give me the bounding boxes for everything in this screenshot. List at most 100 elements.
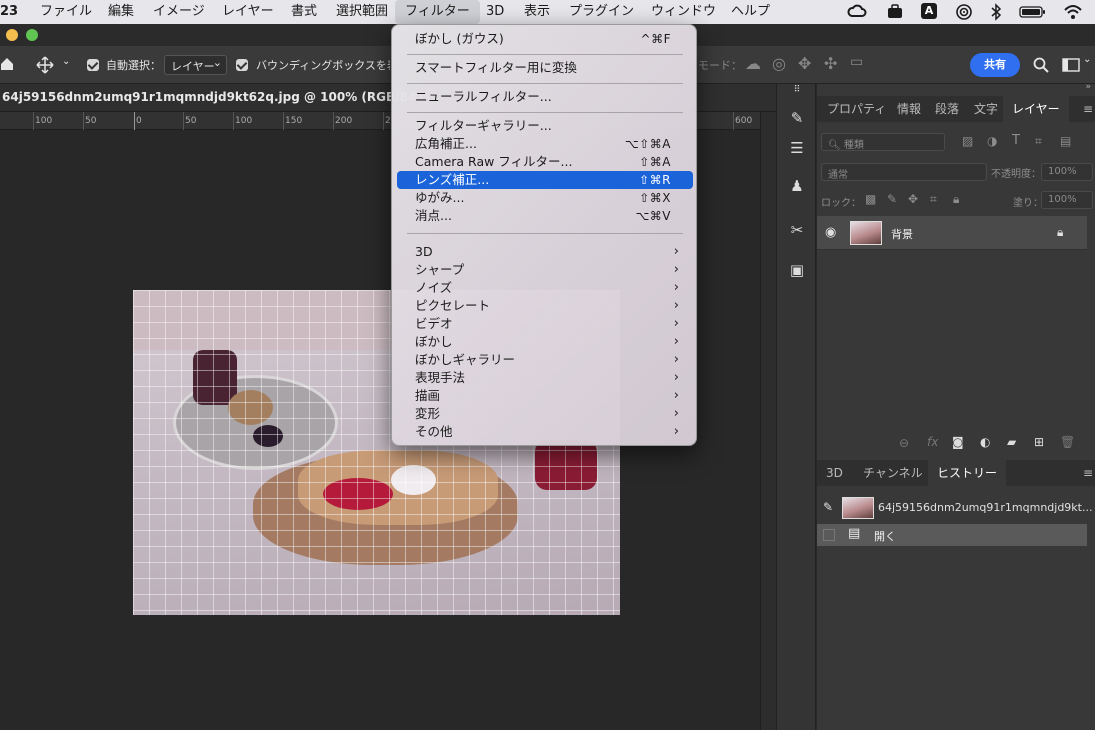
auto-select-dropdown[interactable]: レイヤー ⌄ xyxy=(164,55,227,75)
menu-file[interactable]: ファイル xyxy=(40,0,92,24)
vertical-scrollbar[interactable] xyxy=(760,112,776,730)
battery-icon[interactable] xyxy=(1019,3,1047,21)
tab-history[interactable]: ヒストリー xyxy=(928,460,1007,486)
tool-presets-icon[interactable]: ✂ xyxy=(787,220,807,240)
lock-brush-icon[interactable]: ✎ xyxy=(887,192,897,206)
menu-edit[interactable]: 編集 xyxy=(108,0,134,24)
workspace-icon[interactable] xyxy=(1062,58,1080,72)
history-step-row[interactable]: ▤ 開く xyxy=(817,524,1087,546)
airdrop-icon[interactable] xyxy=(955,3,973,21)
menu-select[interactable]: 選択範囲 xyxy=(336,0,388,24)
adjustment-layer-icon[interactable]: ◐ xyxy=(980,435,990,449)
filter-smart-object-icon[interactable]: ▤ xyxy=(1060,134,1071,148)
lock-all-icon[interactable]: 🔒︎ xyxy=(953,192,959,207)
navigator-icon[interactable]: ▣ xyxy=(787,260,807,280)
3d-roll-icon[interactable]: ◎ xyxy=(772,54,786,73)
menu-item-convert-smart-filters[interactable]: スマートフィルター用に変換 xyxy=(397,59,693,77)
eye-icon[interactable]: ◉ xyxy=(825,225,836,240)
minimize-button[interactable] xyxy=(6,29,18,41)
menu-app-year[interactable]: 23 xyxy=(0,0,18,24)
menu-item-blur-gallery[interactable]: ぼかしギャラリー › xyxy=(397,351,693,369)
menu-item-camera-raw-filter[interactable]: Camera Raw フィルター... ⇧⌘A xyxy=(397,153,693,171)
lock-artboard-icon[interactable]: ⌗ xyxy=(930,192,937,207)
tab-properties[interactable]: プロパティ xyxy=(827,96,886,122)
menu-item-liquify[interactable]: ゆがみ... ⇧⌘X xyxy=(397,189,693,207)
panel-menu-icon[interactable]: ≡ xyxy=(1083,460,1093,486)
clone-source-icon[interactable]: ♟ xyxy=(787,176,807,196)
adjust-sliders-icon[interactable]: ☰ xyxy=(787,138,807,158)
layer-filter-dropdown[interactable]: 🔍︎ 種類 xyxy=(821,133,945,151)
menu-item-noise[interactable]: ノイズ › xyxy=(397,279,693,297)
menu-item-stylize[interactable]: 表現手法 › xyxy=(397,369,693,387)
menu-item-filter-gallery[interactable]: フィルターギャラリー... xyxy=(397,117,693,135)
search-icon[interactable] xyxy=(1033,57,1049,73)
bluetooth-icon[interactable] xyxy=(990,3,1002,21)
menu-item-neural-filters[interactable]: ニューラルフィルター... xyxy=(397,88,693,106)
opacity-field[interactable]: 100% xyxy=(1041,163,1093,181)
menu-item-blur[interactable]: ぼかし › xyxy=(397,333,693,351)
trash-icon[interactable]: 🗑︎ xyxy=(1060,435,1075,449)
3d-orbit-icon[interactable]: ☁ xyxy=(745,54,761,73)
lock-position-icon[interactable]: ✥ xyxy=(908,192,918,206)
bounding-box-checkbox[interactable] xyxy=(236,59,248,71)
collapse-icon[interactable]: ⠿ xyxy=(787,80,807,100)
link-layers-icon[interactable]: ⊖ xyxy=(899,436,909,450)
blend-mode-dropdown[interactable]: 通常 xyxy=(821,163,987,181)
tab-paragraph[interactable]: 段落 xyxy=(935,96,959,122)
filter-type-icon[interactable]: T xyxy=(1012,133,1020,148)
menu-filter[interactable]: フィルター xyxy=(395,0,480,24)
menu-item-vanishing-point[interactable]: 消点... ⌥⌘V xyxy=(397,207,693,225)
tab-channels[interactable]: チャンネル xyxy=(863,460,923,486)
3d-pan-icon[interactable]: ✥ xyxy=(798,54,811,73)
new-layer-icon[interactable]: ⊞ xyxy=(1034,435,1044,449)
3d-slide-icon[interactable]: ✣ xyxy=(824,54,837,73)
group-folder-icon[interactable]: ▰ xyxy=(1007,435,1016,449)
creative-cloud-icon[interactable] xyxy=(846,3,868,21)
tab-info[interactable]: 情報 xyxy=(897,96,921,122)
panel-menu-icon[interactable]: ≡ xyxy=(1083,96,1093,122)
menu-item-render[interactable]: 描画 › xyxy=(397,387,693,405)
menu-item-other[interactable]: その他 › xyxy=(397,423,693,441)
add-mask-icon[interactable]: ◙ xyxy=(952,435,964,449)
layer-row-background[interactable]: ◉ 背景 🔒︎ xyxy=(817,216,1087,250)
menu-image[interactable]: イメージ xyxy=(153,0,205,24)
menu-item-lens-correction[interactable]: レンズ補正... ⇧⌘R xyxy=(397,171,693,189)
briefcase-icon[interactable] xyxy=(886,3,904,21)
wifi-icon[interactable] xyxy=(1063,3,1083,21)
menu-window[interactable]: ウィンドウ xyxy=(651,0,716,24)
menu-layer[interactable]: レイヤー xyxy=(222,0,274,24)
menu-item-pixelate[interactable]: ピクセレート › xyxy=(397,297,693,315)
filter-shape-icon[interactable]: ⌗ xyxy=(1035,134,1042,149)
chevron-down-icon[interactable]: ⌄ xyxy=(62,56,70,67)
tab-character[interactable]: 文字 xyxy=(974,96,998,122)
auto-select-checkbox[interactable] xyxy=(87,59,99,71)
3d-scale-icon[interactable]: ▭ xyxy=(850,54,863,70)
menu-item-video[interactable]: ビデオ › xyxy=(397,315,693,333)
tab-3d[interactable]: 3D xyxy=(826,460,843,486)
fill-field[interactable]: 100% xyxy=(1041,191,1093,209)
menu-plugins[interactable]: プラグイン xyxy=(569,0,634,24)
menu-view[interactable]: 表示 xyxy=(524,0,550,24)
history-snapshot-row[interactable]: ✎ 64j59156dnm2umq91r1mqmndjd9kt... xyxy=(817,494,1095,522)
zoom-button[interactable] xyxy=(26,29,38,41)
menu-help[interactable]: ヘルプ xyxy=(731,0,770,24)
history-state-box[interactable] xyxy=(823,529,835,541)
menu-item-distort[interactable]: 変形 › xyxy=(397,405,693,423)
menu-type[interactable]: 書式 xyxy=(291,0,317,24)
filter-adjustment-icon[interactable]: ◑ xyxy=(987,134,997,148)
panel-collapse-arrow-icon[interactable]: » xyxy=(1085,82,1091,92)
home-icon[interactable] xyxy=(0,57,14,71)
input-source-icon[interactable]: A xyxy=(921,3,937,19)
history-brush-icon[interactable]: ✎ xyxy=(823,500,833,514)
move-tool-icon[interactable] xyxy=(36,56,54,74)
filter-pixel-icon[interactable]: ▨ xyxy=(962,134,973,148)
menu-item-adaptive-wide-angle[interactable]: 広角補正... ⌥⇧⌘A xyxy=(397,135,693,153)
menu-item-gaussian-blur[interactable]: ぼかし (ガウス) ^⌘F xyxy=(397,30,693,48)
brush-settings-icon[interactable]: ✎ xyxy=(787,108,807,128)
chevron-down-icon[interactable]: ⌄ xyxy=(1083,54,1091,65)
share-button[interactable]: 共有 xyxy=(970,53,1020,77)
menu-item-sharpen[interactable]: シャープ › xyxy=(397,261,693,279)
document-tab-title[interactable]: 64j59156dnm2umq91r1mqmndjd9kt62q.jpg @ 1… xyxy=(2,90,423,104)
tab-layers[interactable]: レイヤー xyxy=(1003,96,1069,122)
lock-pixels-icon[interactable]: ▩ xyxy=(865,192,876,206)
